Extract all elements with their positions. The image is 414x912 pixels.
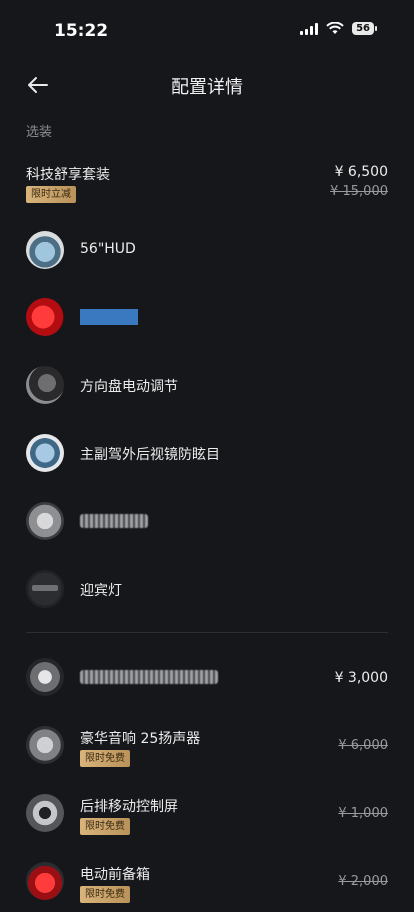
list-item[interactable]: ¥ 3,000 (0, 658, 414, 708)
package-old-price: ¥ 15,000 (330, 184, 388, 199)
mirror-thumbnail (26, 434, 64, 472)
status-bar: 15:22 56 (0, 0, 414, 60)
item-label: 豪华音响 25扬声器 (80, 731, 201, 747)
status-time: 15:22 (54, 21, 109, 41)
status-icons: 56 (300, 22, 377, 35)
list-item (0, 298, 414, 348)
steering-wheel-thumbnail (26, 366, 64, 404)
page-title: 配置详情 (171, 77, 243, 98)
item-label: 56"HUD (80, 241, 136, 257)
promo-tag: 限时免费 (80, 818, 130, 835)
item-label: 迎宾灯 (80, 583, 122, 599)
promo-tag: 限时立减 (26, 186, 76, 203)
option-old-price: ¥ 2,000 (338, 874, 388, 889)
wifi-icon (326, 22, 344, 34)
redacted-label (80, 309, 138, 325)
item-label: 后排移动控制屏 (80, 799, 178, 815)
option-old-price: ¥ 1,000 (338, 806, 388, 821)
list-item (0, 502, 414, 552)
blurred-label (80, 514, 148, 528)
car-red-thumbnail (26, 298, 64, 336)
cellular-signal-icon (300, 22, 319, 35)
battery-icon: 56 (352, 22, 377, 35)
item-label: 主副驾外后视镜防眩目 (80, 447, 220, 463)
list-item[interactable]: 后排移动控制屏 限时免费 ¥ 1,000 (0, 794, 414, 844)
package-name: 科技舒享套装 (26, 167, 110, 183)
package-price: ¥ 6,500 (334, 164, 388, 180)
front-trunk-thumbnail (26, 862, 64, 900)
blurred-label (80, 670, 218, 684)
nav-bar: 配置详情 (0, 62, 414, 106)
promo-tag: 限时免费 (80, 750, 130, 767)
list-item: 迎宾灯 (0, 570, 414, 620)
speaker-thumbnail (26, 726, 64, 764)
hud-thumbnail (26, 231, 64, 269)
section-label: 选装 (26, 125, 53, 140)
rear-screen-thumbnail (26, 794, 64, 832)
divider (26, 632, 388, 633)
option-price: ¥ 3,000 (334, 670, 388, 686)
seat-thumbnail (26, 502, 64, 540)
promo-tag: 限时免费 (80, 886, 130, 903)
option-old-price: ¥ 6,000 (338, 738, 388, 753)
car-interior-thumbnail (26, 658, 64, 696)
list-item: 主副驾外后视镜防眩目 (0, 434, 414, 484)
list-item[interactable]: 豪华音响 25扬声器 限时免费 ¥ 6,000 (0, 726, 414, 776)
list-item[interactable]: 电动前备箱 限时免费 ¥ 2,000 (0, 862, 414, 912)
list-item: 方向盘电动调节 (0, 366, 414, 416)
list-item: 56"HUD (0, 231, 414, 281)
welcome-light-thumbnail (26, 570, 64, 608)
item-label: 电动前备箱 (80, 867, 150, 883)
item-label: 方向盘电动调节 (80, 379, 178, 395)
